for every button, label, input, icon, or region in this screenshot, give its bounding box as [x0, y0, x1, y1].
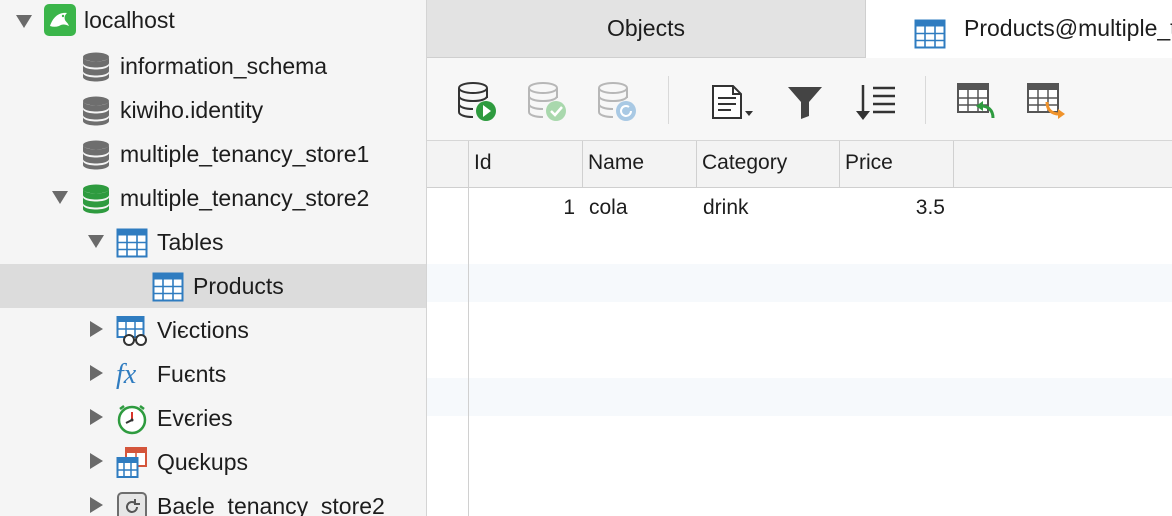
empty-row	[427, 264, 1172, 302]
tree-item-label: kiwiho.identity	[120, 97, 264, 123]
cell-id[interactable]: 1	[468, 188, 575, 226]
table-icon	[914, 14, 946, 46]
cell-price[interactable]: 3.5	[839, 188, 945, 226]
table-row[interactable]: 1 cola drink 3.5	[427, 188, 1172, 226]
disclosure-triangle-icon[interactable]	[88, 235, 104, 248]
navigation-sidebar: localhost information_schema kiwiho.iden…	[0, 0, 427, 516]
column-header-name[interactable]: Name	[582, 141, 696, 187]
tab-products[interactable]: Products@multiple_tenancy_store2	[866, 0, 1172, 58]
disclosure-triangle-icon[interactable]	[90, 365, 103, 381]
query-icon	[116, 447, 148, 479]
column-header-label: Name	[588, 151, 645, 174]
database-icon	[80, 51, 112, 83]
tree-item-label: Viєctions	[157, 317, 249, 343]
tree-item-multiple-tenancy-store2[interactable]: multiple_tenancy_store2	[0, 176, 426, 220]
tab-label: Objects	[607, 15, 685, 41]
discard-changes-icon[interactable]	[595, 80, 639, 124]
tree-item-label: Products	[193, 273, 284, 299]
tree-item-label: multiple_tenancy_store2	[120, 185, 370, 211]
tree-item-views[interactable]: Viєctions	[0, 308, 426, 352]
toolbar-separator	[925, 76, 926, 124]
grid-header: Id Name Category Price	[427, 141, 1172, 188]
column-header-id[interactable]: Id	[468, 141, 582, 187]
disclosure-triangle-icon[interactable]	[52, 191, 68, 204]
database-icon	[80, 95, 112, 127]
tree-item-multiple-tenancy-store1[interactable]: multiple_tenancy_store1	[0, 132, 426, 176]
tree-item-functions[interactable]: fx Fuєnts	[0, 352, 426, 396]
function-icon: fx	[116, 359, 137, 390]
main-panel: Objects Products@multiple_tenancy_store2	[427, 0, 1172, 516]
tree-item-label: multiple_tenancy_store1	[120, 141, 370, 167]
tree-item-label: Evєries	[157, 405, 233, 431]
database-icon	[80, 139, 112, 171]
toolbar	[427, 58, 1172, 141]
disclosure-triangle-icon[interactable]	[16, 15, 32, 28]
filter-icon[interactable]	[783, 80, 827, 124]
disclosure-triangle-icon[interactable]	[90, 321, 103, 337]
text-format-icon[interactable]	[709, 80, 753, 124]
apply-changes-icon[interactable]	[525, 80, 569, 124]
tree-item-products[interactable]: Products	[0, 264, 426, 308]
disclosure-triangle-icon[interactable]	[90, 453, 103, 469]
tree-item-events[interactable]: Evєries	[0, 396, 426, 440]
empty-row	[427, 378, 1172, 416]
tree-item-label: information_schema	[120, 53, 328, 79]
table-icon	[152, 271, 184, 303]
column-header-label: Price	[845, 151, 893, 174]
tree-item-label: Tables	[157, 229, 224, 255]
backup-icon	[116, 491, 148, 516]
table-icon	[116, 227, 148, 259]
event-clock-icon	[116, 403, 148, 435]
tree-item-information-schema[interactable]: information_schema	[0, 44, 426, 88]
mysql-connection-icon	[44, 4, 76, 36]
tree-item-tables[interactable]: Tables	[0, 220, 426, 264]
tree-item-label: Fuєnts	[157, 361, 227, 387]
disclosure-triangle-icon[interactable]	[90, 497, 103, 513]
tab-bar: Objects Products@multiple_tenancy_store2	[427, 0, 1172, 58]
sort-icon[interactable]	[853, 80, 897, 124]
grid-body: 1 cola drink 3.5	[427, 188, 1172, 516]
run-database-icon[interactable]	[455, 80, 499, 124]
tree-item-queries[interactable]: Quєkups	[0, 440, 426, 484]
cell-name[interactable]: cola	[589, 188, 689, 226]
toolbar-separator	[668, 76, 669, 124]
tree-item-label: Baєle_tenancy_store2	[157, 493, 385, 516]
tree-item-label: Quєkups	[157, 449, 249, 475]
tree-item-kiwiho-identity[interactable]: kiwiho.identity	[0, 88, 426, 132]
disclosure-triangle-icon[interactable]	[90, 409, 103, 425]
view-icon	[116, 315, 148, 347]
export-table-icon[interactable]	[1025, 80, 1069, 124]
row-number-divider	[468, 141, 469, 516]
tab-label: Products@multiple_tenancy_store2	[964, 15, 1172, 41]
tree-item-backups[interactable]: Baєle_tenancy_store2	[0, 484, 426, 516]
import-table-icon[interactable]	[955, 80, 999, 124]
database-active-icon	[80, 183, 112, 215]
tab-objects[interactable]: Objects	[427, 0, 866, 58]
column-header-label: Category	[702, 151, 788, 174]
tree-item-label: localhost	[84, 7, 175, 33]
column-header-label: Id	[474, 151, 492, 174]
tree-item-localhost[interactable]: localhost	[0, 0, 426, 44]
cell-category[interactable]: drink	[703, 188, 833, 226]
column-header-price[interactable]: Price	[839, 141, 954, 187]
column-header-category[interactable]: Category	[696, 141, 839, 187]
